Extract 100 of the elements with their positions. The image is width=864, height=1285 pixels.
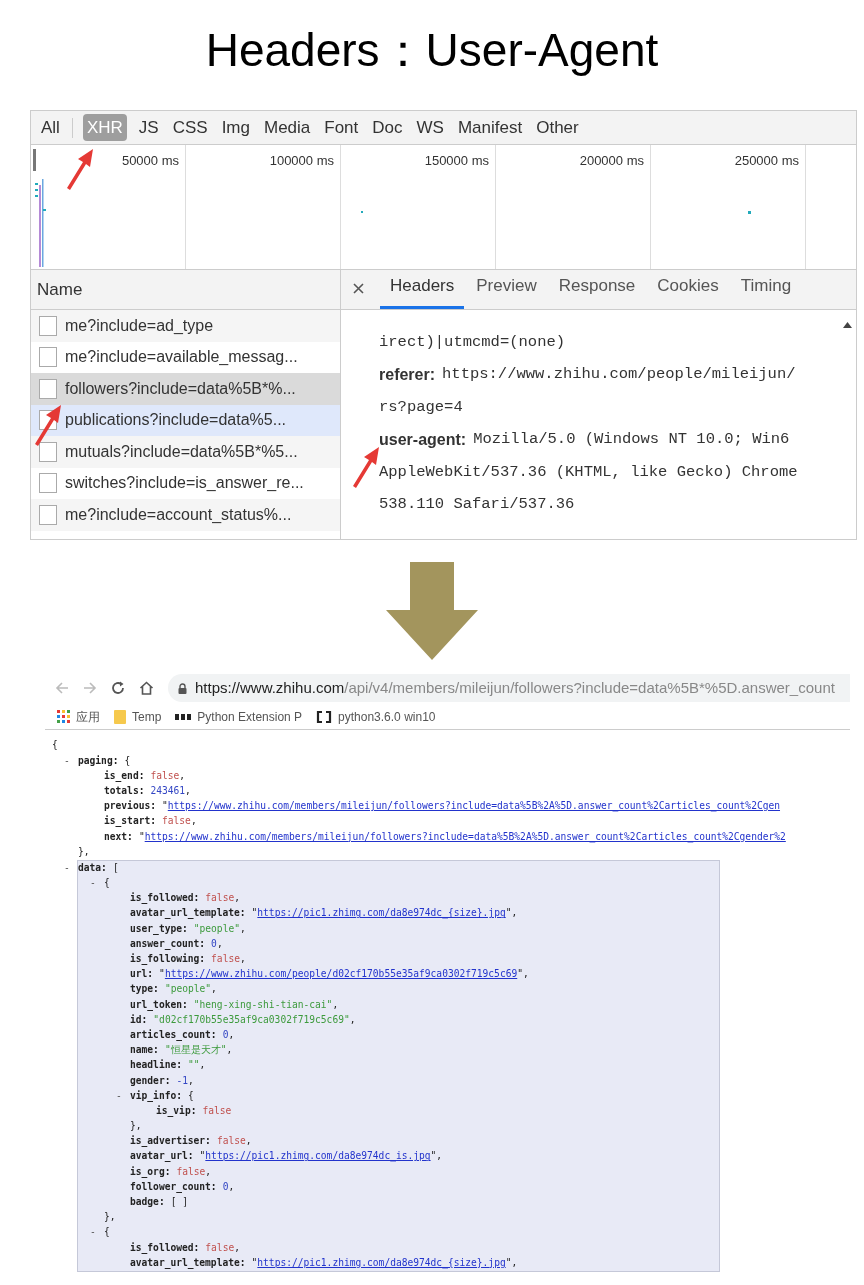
- json-key: is_followed:: [130, 891, 200, 906]
- header-value: irect)|utmcmd=(none): [379, 331, 566, 353]
- request-row[interactable]: followers?include=data%5B*%...: [31, 373, 340, 405]
- apps-icon: [57, 710, 70, 723]
- bookmark[interactable]: python3.6.0 win10: [316, 707, 436, 726]
- collapse-toggle[interactable]: -: [90, 1225, 104, 1240]
- filter-tab[interactable]: Other: [534, 114, 581, 141]
- json-quote: ": [138, 829, 145, 842]
- collapse-toggle[interactable]: -: [64, 860, 78, 876]
- file-icon: [39, 504, 57, 525]
- collapse-toggle[interactable]: -: [90, 876, 104, 891]
- collapse-toggle[interactable]: -: [64, 753, 78, 768]
- json-value: false: [162, 814, 191, 829]
- json-punct: ,: [205, 1164, 212, 1179]
- panel-tab[interactable]: Cookies: [647, 272, 729, 309]
- json-key: is_followed:: [130, 1240, 200, 1255]
- json-punct: ",: [430, 1149, 443, 1164]
- json-punct: ,: [228, 1027, 235, 1042]
- json-link[interactable]: https://pic1.zhimg.com/da8e974dc_is.jpg: [205, 1149, 431, 1164]
- home-icon[interactable]: [139, 681, 154, 695]
- json-key: headline:: [130, 1058, 182, 1073]
- panel-tab[interactable]: Response: [548, 272, 646, 309]
- lock-icon: [178, 682, 187, 694]
- reload-icon[interactable]: [111, 681, 125, 695]
- header-value: AppleWebKit/537.36 (KHTML, like Gecko) Chrome: [379, 461, 798, 483]
- request-row[interactable]: me?include=ad_type: [31, 310, 340, 342]
- close-icon[interactable]: [353, 283, 364, 294]
- json-punct: ,: [185, 783, 191, 798]
- header-value: 538.110 Safari/537.36: [379, 494, 575, 516]
- panel-tab[interactable]: Preview: [466, 272, 547, 309]
- panel-tab[interactable]: Timing: [730, 272, 802, 309]
- json-bracket: {: [188, 1088, 194, 1103]
- json-key: avatar_url_template:: [130, 1255, 246, 1271]
- panel-tab[interactable]: Headers: [380, 272, 465, 309]
- file-icon: [39, 441, 57, 462]
- json-value: [ ]: [170, 1195, 188, 1209]
- request-name: me?include=ad_type: [65, 315, 214, 336]
- filter-tab[interactable]: All: [39, 114, 62, 141]
- json-value: 0: [222, 1179, 229, 1194]
- tick-label: 150000 ms: [424, 152, 489, 170]
- filter-tab[interactable]: Media: [261, 114, 313, 141]
- bookmark[interactable]: Temp: [114, 707, 162, 726]
- json-link[interactable]: https://pic1.zhimg.com/da8e974dc_{size}.jpg: [257, 906, 506, 921]
- header-name: user-agent:: [379, 429, 467, 450]
- filter-tab[interactable]: JS: [136, 114, 161, 141]
- json-bracket: },: [104, 1210, 116, 1225]
- request-row[interactable]: publications?include=data%5...: [31, 404, 340, 436]
- filter-tab[interactable]: CSS: [170, 114, 210, 141]
- json-value: "people": [193, 921, 240, 936]
- request-row[interactable]: me?include=account_status%...: [31, 499, 340, 531]
- json-key: paging:: [78, 753, 119, 768]
- json-key: is_org:: [130, 1164, 171, 1180]
- json-key: name:: [130, 1043, 159, 1058]
- filter-tab[interactable]: Img: [219, 114, 252, 141]
- tick-label: 250000 ms: [734, 152, 799, 170]
- json-key: answer_count:: [130, 936, 206, 952]
- filter-tab[interactable]: Doc: [370, 114, 405, 141]
- json-punct: ,: [332, 997, 339, 1012]
- bookmark[interactable]: 应用: [57, 707, 100, 726]
- request-name: me?include=available_messag...: [65, 347, 298, 368]
- file-icon: [39, 473, 57, 494]
- json-value: "d02cf170b55e35af9ca0302f719c5c69": [153, 1012, 350, 1027]
- request-name: mutuals?include=data%5B*%5...: [65, 441, 298, 462]
- request-name: switches?include=is_answer_re...: [65, 473, 304, 494]
- json-value: 0: [222, 1027, 229, 1042]
- tick-label: 100000 ms: [269, 152, 334, 170]
- request-name: publications?include=data%5...: [65, 410, 287, 431]
- json-key: avatar_url:: [130, 1149, 194, 1164]
- json-punct: ",: [505, 1255, 518, 1270]
- json-key: vip_info:: [130, 1088, 182, 1104]
- collapse-toggle[interactable]: -: [116, 1088, 130, 1104]
- json-key: url:: [130, 967, 154, 982]
- json-value: false: [150, 768, 180, 783]
- filter-tab[interactable]: Font: [322, 114, 361, 141]
- json-punct: ,: [188, 1073, 194, 1088]
- json-punct: ,: [199, 1058, 206, 1073]
- json-bracket: {: [52, 738, 58, 753]
- json-key: previous:: [104, 799, 156, 814]
- json-value: "": [188, 1058, 200, 1073]
- json-link[interactable]: https://www.zhihu.com/members/mileijun/followers?include=data%5B%2A%5D.answer_count%2Carticles_count%2Cgender%2: [144, 829, 786, 844]
- json-link[interactable]: https://www.zhihu.com/people/d02cf170b55e35af9ca0302f719c5c69: [164, 967, 518, 982]
- request-name: followers?include=data%5B*%...: [65, 378, 296, 399]
- json-value: false: [216, 1134, 246, 1149]
- json-bracket: },: [130, 1119, 142, 1134]
- json-bracket: },: [78, 844, 90, 859]
- request-row[interactable]: mutuals?include=data%5B*%5...: [31, 436, 340, 468]
- scroll-up-icon[interactable]: [843, 322, 852, 328]
- json-punct: ",: [505, 906, 518, 921]
- filter-tab[interactable]: Manifest: [455, 114, 525, 141]
- json-key: follower_count:: [130, 1179, 217, 1195]
- json-link[interactable]: https://www.zhihu.com/members/mileijun/followers?include=data%5B%2A%5D.answer_count%2Carticles_count%2Cgen: [167, 799, 780, 814]
- filter-tab[interactable]: WS: [414, 114, 446, 141]
- json-value: -1: [176, 1073, 188, 1088]
- bookmark[interactable]: Python Extension P: [175, 707, 303, 726]
- json-value: false: [205, 1240, 235, 1255]
- json-key: is_end:: [104, 768, 145, 784]
- column-header[interactable]: Name: [31, 270, 340, 310]
- address-bar[interactable]: https://www.zhihu.com/api/v4/members/mileijun/followers?include=data%5B*%5D.answer_count: [168, 674, 850, 702]
- json-link[interactable]: https://pic1.zhimg.com/da8e974dc_{size}.jpg: [257, 1255, 506, 1271]
- json-value: false: [202, 1103, 232, 1118]
